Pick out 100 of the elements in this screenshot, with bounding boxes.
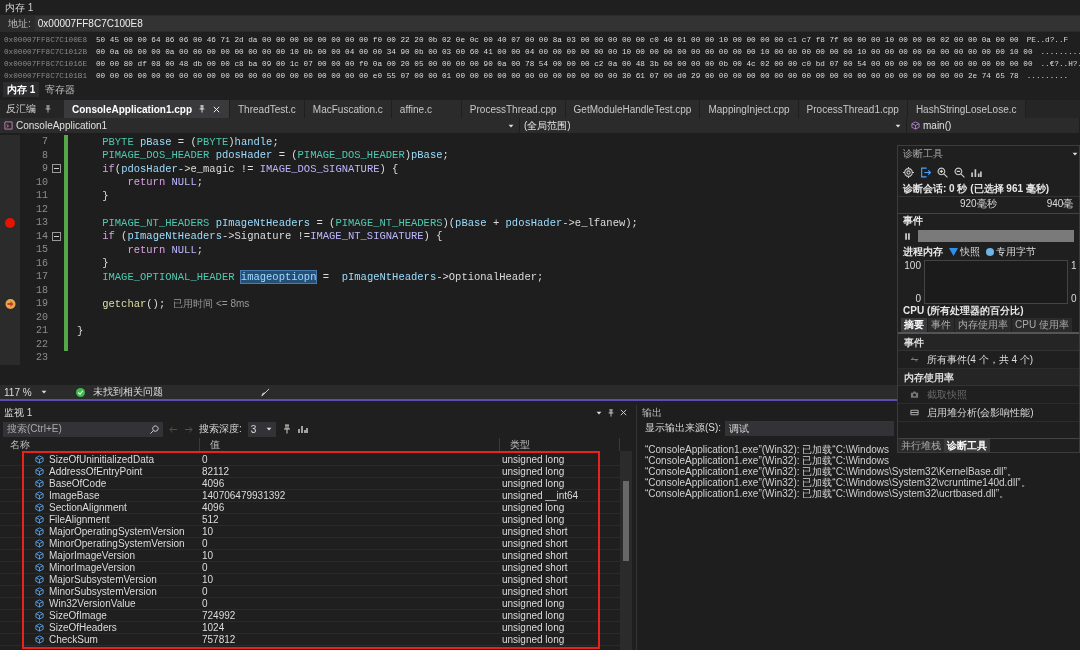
check-icon bbox=[75, 387, 85, 397]
field-icon bbox=[35, 587, 44, 596]
file-tab[interactable]: GetModuleHandleTest.cpp bbox=[565, 100, 701, 118]
code-line: if (pImageNtHeaders->Signature !=IMAGE_NT_SIGNATURE) { bbox=[101, 230, 443, 243]
settings-button[interactable] bbox=[903, 166, 914, 178]
panel-title: 诊断工具 bbox=[903, 147, 943, 161]
field-value: 4096 bbox=[201, 478, 226, 489]
field-type: unsigned long bbox=[501, 478, 566, 489]
collapse-icon[interactable] bbox=[51, 231, 61, 241]
axis-tick: 0 bbox=[1071, 293, 1078, 304]
depth-dropdown[interactable]: 3 bbox=[247, 421, 276, 437]
field-type: unsigned long bbox=[501, 622, 566, 633]
output-line: “ConsoleApplication1.exe”(Win32): 已加载“C:\Windows\System32\ucrtbased.dll”。 bbox=[644, 488, 1010, 499]
field-value: 724992 bbox=[201, 610, 237, 621]
panel-title: 内存 1 bbox=[4, 1, 35, 15]
cube-icon bbox=[911, 121, 920, 130]
legend-label: 快照 bbox=[960, 245, 980, 259]
field-icon bbox=[35, 539, 44, 548]
tool-tab[interactable]: 反汇编 bbox=[0, 100, 64, 118]
collapse-icon[interactable] bbox=[51, 164, 61, 174]
axis-tick: 100 bbox=[903, 260, 921, 271]
field-icon bbox=[35, 503, 44, 512]
code-line: PIMAGE_DOS_HEADER pdosHader = (PIMAGE_DOS_HEADER)pBase; bbox=[101, 149, 449, 162]
caret-icon bbox=[264, 425, 273, 433]
triangle-icon bbox=[949, 248, 958, 256]
close-icon bbox=[619, 408, 628, 417]
code-line: return NULL; bbox=[126, 176, 204, 189]
output-line: “ConsoleApplication1.exe”(Win32): 已加载“C:\Windows bbox=[644, 455, 889, 466]
axis-tick: 1 bbox=[1071, 260, 1078, 271]
caret-icon bbox=[1071, 150, 1079, 158]
camera-icon bbox=[910, 390, 919, 399]
action-item[interactable]: 启用堆分析(会影响性能) bbox=[898, 404, 1079, 422]
zoom-out-button[interactable] bbox=[954, 166, 965, 178]
address-field[interactable]: 0x00007FF8C7C100E8 bbox=[34, 16, 1080, 31]
export-button[interactable] bbox=[920, 166, 931, 178]
field-type: unsigned short bbox=[501, 526, 569, 537]
view-button[interactable] bbox=[297, 424, 308, 434]
field-value: 10 bbox=[201, 526, 215, 537]
chart-button[interactable] bbox=[971, 166, 982, 178]
source-dropdown[interactable]: 调试 bbox=[725, 420, 894, 436]
section-header[interactable]: 进程内存 bbox=[903, 245, 943, 259]
dot-icon bbox=[986, 248, 994, 256]
line-number: 9 bbox=[41, 163, 48, 175]
field-name: AddressOfEntryPoint bbox=[48, 466, 143, 477]
diagnostics-tab[interactable]: 摘要 bbox=[901, 318, 927, 332]
field-type: unsigned short bbox=[501, 550, 569, 561]
file-tab[interactable]: HashStringLoseLose.c bbox=[907, 100, 1026, 118]
file-tab[interactable]: ProcessThread.cpp bbox=[461, 100, 566, 118]
column-header[interactable]: 值 bbox=[200, 438, 500, 451]
field-type: unsigned long bbox=[501, 502, 566, 513]
code-line: if(pdosHader->e_magic != IMAGE_DOS_SIGNATURE) { bbox=[101, 162, 399, 175]
field-type: unsigned __int64 bbox=[501, 490, 580, 501]
panel-tab[interactable]: 内存 1 bbox=[3, 82, 40, 97]
field-value: 0 bbox=[201, 562, 209, 573]
field-icon bbox=[35, 611, 44, 620]
column-header[interactable]: 类型 bbox=[500, 438, 620, 451]
code-line: } bbox=[101, 257, 109, 270]
section-title: 事件 bbox=[898, 334, 1079, 351]
column-header[interactable]: 名称 bbox=[0, 438, 200, 451]
file-tab[interactable]: ProcessThread1.cpp bbox=[798, 100, 908, 118]
field-name: Win32VersionValue bbox=[48, 598, 136, 609]
diagnostics-tab[interactable]: 事件 bbox=[928, 318, 954, 332]
field-type: unsigned long bbox=[501, 514, 566, 525]
search-icon bbox=[150, 424, 159, 434]
issues-status: 未找到相关问题 bbox=[92, 385, 163, 399]
file-tab[interactable]: affine.c bbox=[391, 100, 462, 118]
file-tab[interactable]: ConsoleApplication1.cpp bbox=[64, 100, 230, 118]
line-number: 13 bbox=[35, 217, 48, 229]
close-icon bbox=[212, 104, 221, 114]
panel-tab[interactable]: 诊断工具 bbox=[944, 439, 990, 452]
section-header[interactable]: 事件 bbox=[903, 214, 923, 228]
panel-tab[interactable]: 寄存器 bbox=[41, 82, 80, 97]
file-tab[interactable]: MappingInject.cpp bbox=[700, 100, 799, 118]
session-info: 诊断会话: 0 秒 (已选择 961 毫秒) bbox=[903, 182, 1050, 196]
pin-icon bbox=[44, 105, 52, 113]
zoom-level[interactable]: 117 % bbox=[4, 386, 32, 398]
ruler-label: 920毫秒 bbox=[960, 197, 997, 211]
field-name: ImageBase bbox=[48, 490, 100, 501]
file-tab[interactable]: ThreadTest.c bbox=[230, 100, 305, 118]
field-icon bbox=[35, 599, 44, 608]
panel-tab[interactable]: 并行堆栈 bbox=[898, 439, 944, 452]
code-line: return NULL; bbox=[126, 243, 204, 256]
line-number: 16 bbox=[35, 257, 48, 269]
back-button[interactable] bbox=[169, 424, 178, 434]
search-field[interactable]: 搜索(Ctrl+E) bbox=[3, 421, 163, 437]
file-tab[interactable]: MacFuscation.c bbox=[304, 100, 392, 118]
field-name: SectionAlignment bbox=[48, 502, 127, 513]
field-name: MajorImageVersion bbox=[48, 550, 136, 561]
zoom-in-button[interactable] bbox=[937, 166, 948, 178]
field-value: 757812 bbox=[201, 634, 237, 645]
section-header[interactable]: CPU (所有处理器的百分比) bbox=[903, 304, 1024, 318]
scrollbar[interactable] bbox=[620, 451, 632, 650]
pin-button[interactable] bbox=[281, 424, 292, 434]
field-value: 140706479931392 bbox=[201, 490, 287, 501]
field-value: 0 bbox=[201, 538, 209, 549]
line-number: 21 bbox=[35, 325, 48, 337]
diagnostics-tab[interactable]: CPU 使用率 bbox=[1012, 318, 1072, 332]
forward-button[interactable] bbox=[184, 424, 193, 434]
diagnostics-tab[interactable]: 内存使用率 bbox=[955, 318, 1011, 332]
field-value: 10 bbox=[201, 574, 215, 585]
